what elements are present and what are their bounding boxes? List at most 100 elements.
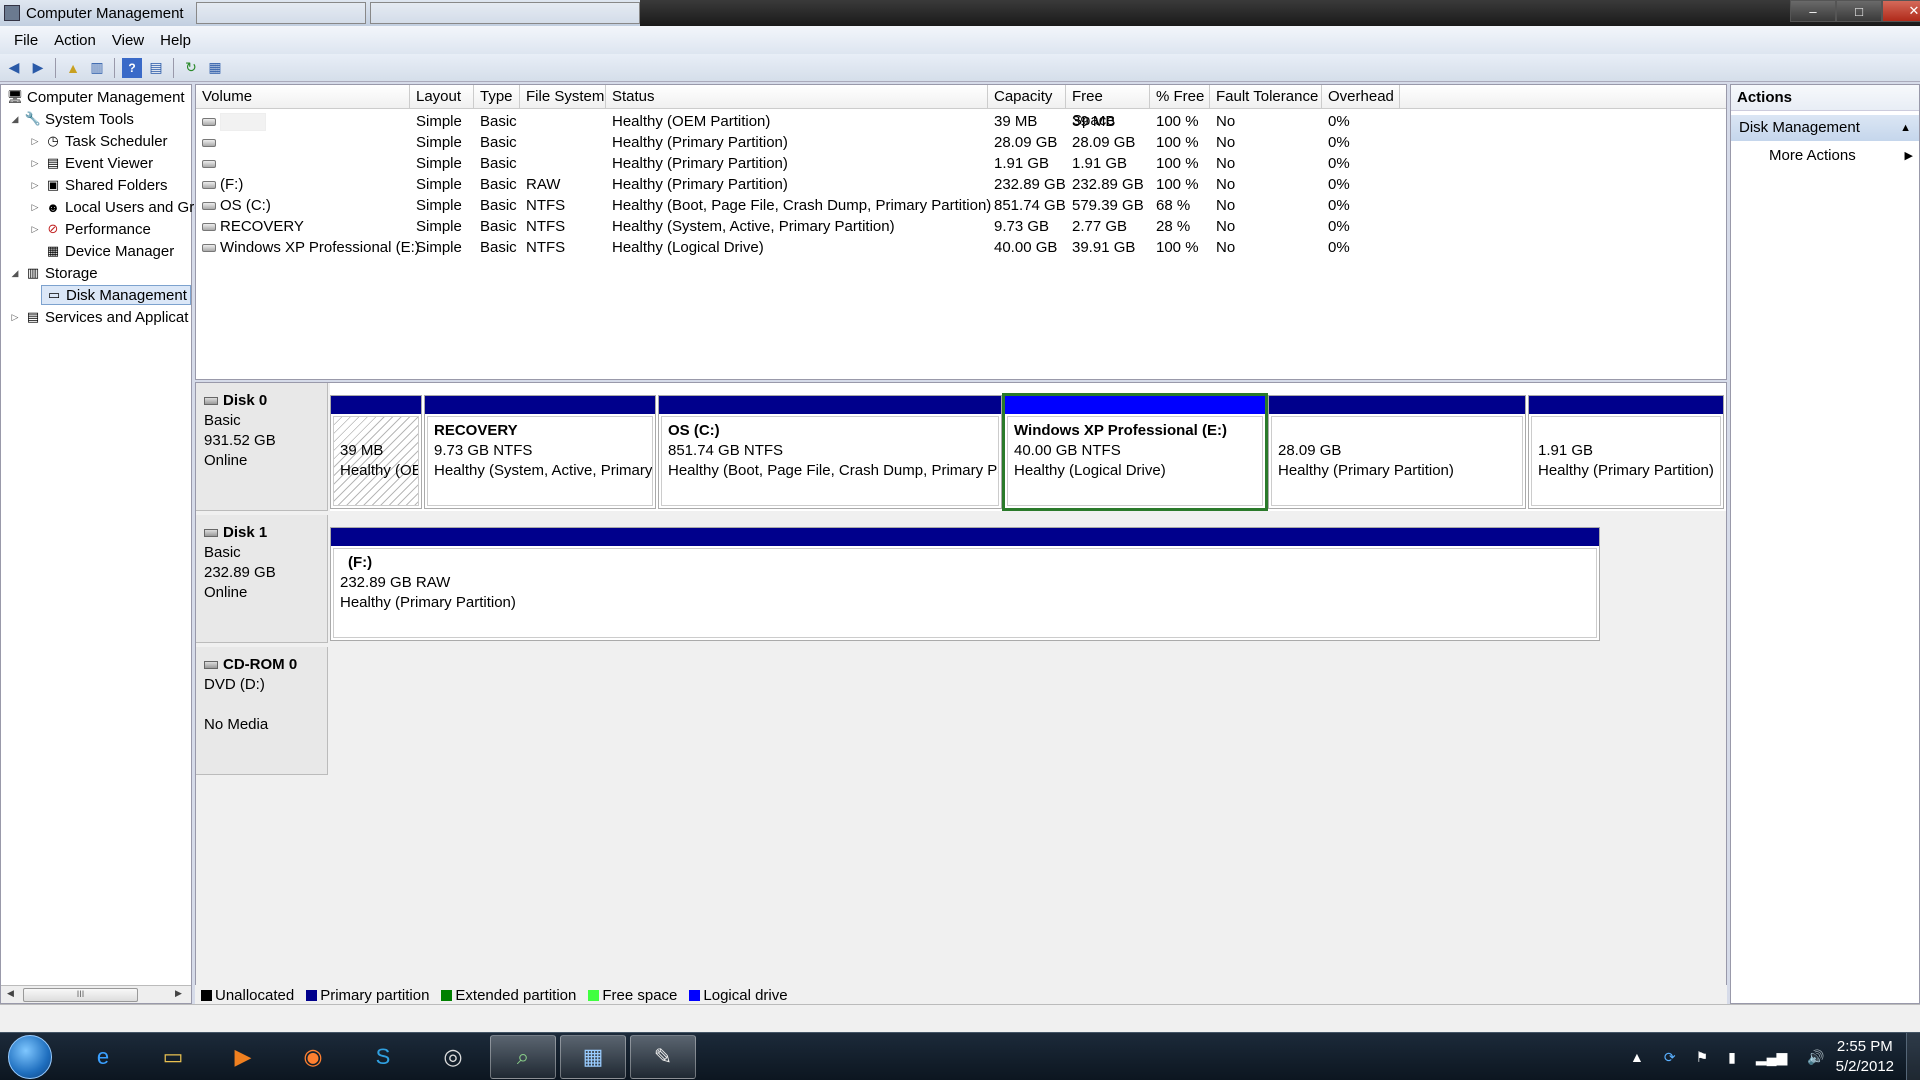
volume-list-header: Volume Layout Type File System Status Capacit… <box>196 85 1726 129</box>
collapse-arrow-icon[interactable]: ◢ <box>9 268 21 279</box>
network-signal-icon[interactable]: ▂▄▆ <box>1756 1049 1787 1066</box>
column-header--free[interactable]: % Free <box>1150 85 1210 109</box>
table-cell <box>196 132 410 153</box>
show-desktop-button[interactable] <box>1906 1033 1920 1080</box>
partition-os-c[interactable]: OS (C:) 851.74 GB NTFS Healthy (Boot, Pa… <box>658 395 1002 509</box>
tree-item-services-and-applications[interactable]: ▷ ▤ Services and Applicat <box>9 307 189 327</box>
tree-item-disk-management[interactable]: ▭ Disk Management <box>41 285 191 305</box>
partition-f[interactable]: (F:) 232.89 GB RAW Healthy (Primary Part… <box>330 527 1600 641</box>
show-hide-tree-icon[interactable]: ▥ <box>87 58 107 78</box>
search-app-taskbar-button[interactable]: ⌕ <box>490 1035 556 1079</box>
column-header-free-space[interactable]: Free Space <box>1066 85 1150 129</box>
firefox-taskbar-button[interactable]: ◉ <box>280 1035 346 1079</box>
tree-horizontal-scrollbar[interactable]: ◀ III ▶ <box>1 985 191 1003</box>
column-header-file-system[interactable]: File System <box>520 85 606 109</box>
minimize-button[interactable]: – <box>1790 0 1836 22</box>
partition-oem[interactable]: 39 MB Healthy (OE <box>330 395 422 509</box>
skype-icon: S <box>375 1044 391 1069</box>
collapse-arrow-icon[interactable]: ◢ <box>9 114 21 125</box>
column-header-fault-tolerance[interactable]: Fault Tolerance <box>1210 85 1322 109</box>
column-header-volume[interactable]: Volume <box>196 85 410 109</box>
partition-28gb[interactable]: 28.09 GB Healthy (Primary Partition) <box>1268 395 1526 509</box>
partition-1gb[interactable]: 1.91 GB Healthy (Primary Partition) <box>1528 395 1724 509</box>
up-folder-icon[interactable]: ▲ <box>63 58 83 78</box>
expand-arrow-icon[interactable]: ▷ <box>29 158 41 169</box>
legend-swatch <box>441 989 453 1001</box>
tree-item-computer-management[interactable]: 🖥 Computer Management <box>3 87 185 107</box>
tree-item-local-users[interactable]: ▷ ☻ Local Users and Gro <box>29 197 203 217</box>
table-row[interactable]: Simple Basic Healthy (OEM Partition) 39 MB 3… <box>196 111 1726 132</box>
tree-item-shared-folders[interactable]: ▷ ▣ Shared Folders <box>29 175 168 195</box>
volume-speaker-icon[interactable]: 🔊 <box>1807 1049 1824 1066</box>
table-row[interactable]: (F:) Simple Basic RAW Healthy (Primary Parti… <box>196 174 1726 195</box>
back-arrow-icon[interactable]: ◀ <box>4 58 24 78</box>
actions-section-disk-management[interactable]: Disk Management ▲ <box>1731 115 1919 141</box>
table-row[interactable]: OS (C:) Simple Basic NTFS Healthy (Boot, Pag… <box>196 195 1726 216</box>
legend-item: Extended partition <box>441 987 576 1004</box>
expand-arrow-icon[interactable]: ▷ <box>29 224 41 235</box>
internet-explorer-taskbar-button[interactable]: e <box>70 1035 136 1079</box>
tree-item-storage[interactable]: ◢ ▥ Storage <box>9 263 98 283</box>
tree-item-performance[interactable]: ▷ ⊘ Performance <box>29 219 151 239</box>
background-window-tab[interactable] <box>370 2 640 24</box>
start-button[interactable] <box>8 1035 52 1079</box>
column-header-status[interactable]: Status <box>606 85 988 109</box>
paint-taskbar-button[interactable]: ✎ <box>630 1035 696 1079</box>
partition-windows-xp-e[interactable]: Windows XP Professional (E:) 40.00 GB NT… <box>1002 393 1268 511</box>
column-header-layout[interactable]: Layout <box>410 85 474 109</box>
media-player-taskbar-button[interactable]: ▶ <box>210 1035 276 1079</box>
table-cell: 68 % <box>1156 197 1191 214</box>
table-cell: 0% <box>1328 113 1350 130</box>
expand-arrow-icon[interactable]: ▷ <box>29 136 41 147</box>
scroll-left-arrow-icon[interactable]: ◀ <box>7 988 14 999</box>
table-row[interactable]: RECOVERY Simple Basic NTFS Healthy (System, … <box>196 216 1726 237</box>
skype-taskbar-button[interactable]: S <box>350 1035 416 1079</box>
collapse-caret-icon[interactable]: ▲ <box>1900 115 1911 141</box>
tree-item-device-manager[interactable]: ▦ Device Manager <box>41 241 174 261</box>
legend-swatch <box>201 989 212 1001</box>
help-icon[interactable]: ? <box>122 57 142 78</box>
sync-icon[interactable]: ⟳ <box>1664 1049 1676 1066</box>
disk-status: Online <box>204 452 248 469</box>
properties-icon[interactable]: ▤ <box>146 58 166 78</box>
close-button[interactable]: ✕ <box>1882 0 1920 22</box>
disk-0-label[interactable]: Disk 0 Basic 931.52 GB Online <box>196 383 328 511</box>
partition-recovery[interactable]: RECOVERY 9.73 GB NTFS Healthy (System, A… <box>424 395 656 509</box>
scroll-right-arrow-icon[interactable]: ▶ <box>175 988 182 999</box>
file-explorer-taskbar-button[interactable]: ▭ <box>140 1035 206 1079</box>
table-row[interactable]: Simple Basic Healthy (Primary Partition) 1.… <box>196 153 1726 174</box>
show-hidden-icons-icon[interactable]: ▲ <box>1630 1049 1644 1065</box>
battery-icon[interactable]: ▮ <box>1728 1049 1736 1066</box>
column-header-capacity[interactable]: Capacity <box>988 85 1066 109</box>
table-cell: Simple <box>416 218 462 235</box>
computer-management-taskbar-button[interactable]: ▦ <box>560 1035 626 1079</box>
menu-action[interactable]: Action <box>46 32 104 49</box>
disk-1-label[interactable]: Disk 1 Basic 232.89 GB Online <box>196 515 328 643</box>
more-actions-item[interactable]: More Actions ▶ <box>1731 141 1919 171</box>
refresh-icon[interactable]: ↻ <box>181 58 201 78</box>
column-header-overhead[interactable]: Overhead <box>1322 85 1400 109</box>
table-row[interactable]: Simple Basic Healthy (Primary Partition) 28… <box>196 132 1726 153</box>
dell-taskbar-button[interactable]: ◎ <box>420 1035 486 1079</box>
clock[interactable]: 2:55 PM 5/2/2012 <box>1836 1037 1894 1077</box>
tree-item-event-viewer[interactable]: ▷ ▤ Event Viewer <box>29 153 154 173</box>
menu-help[interactable]: Help <box>152 32 199 49</box>
column-header-type[interactable]: Type <box>474 85 520 109</box>
background-window-tab[interactable] <box>196 2 366 24</box>
tree-item-task-scheduler[interactable]: ▷ ◷ Task Scheduler <box>29 131 168 151</box>
tree-item-system-tools[interactable]: ◢ 🔧 System Tools <box>9 109 134 129</box>
expand-arrow-icon[interactable]: ▷ <box>29 180 41 191</box>
export-list-icon[interactable]: ▦ <box>205 58 225 78</box>
table-cell: 100 % <box>1156 113 1199 130</box>
expand-arrow-icon[interactable]: ▷ <box>9 312 21 323</box>
partition-status: Healthy (Primary Partition) <box>1538 462 1714 479</box>
menu-file[interactable]: File <box>6 32 46 49</box>
maximize-button[interactable]: □ <box>1836 0 1882 22</box>
action-center-flag-icon[interactable]: ⚑ <box>1696 1049 1709 1066</box>
scrollbar-thumb[interactable]: III <box>23 988 138 1002</box>
expand-arrow-icon[interactable]: ▷ <box>29 202 41 213</box>
forward-arrow-icon[interactable]: ▶ <box>28 58 48 78</box>
cdrom-0-label[interactable]: CD-ROM 0 DVD (D:) No Media <box>196 647 328 775</box>
table-row[interactable]: Windows XP Professional (E:) Simple Basic N… <box>196 237 1726 258</box>
menu-view[interactable]: View <box>104 32 152 49</box>
